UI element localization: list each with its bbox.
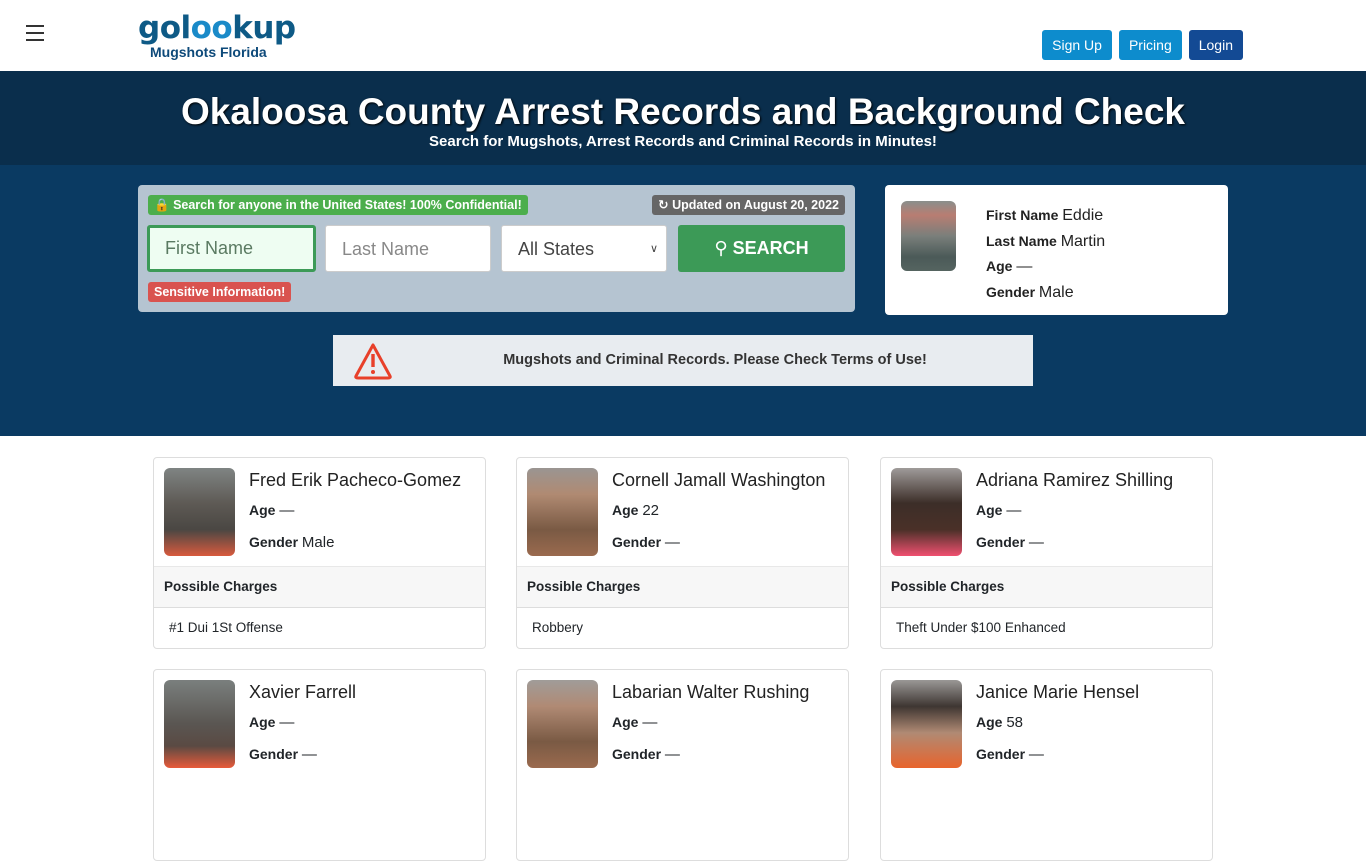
- mugshot-photo: [891, 680, 962, 768]
- charge-value: Robbery: [532, 620, 584, 635]
- record-card[interactable]: Janice Marie Hensel Age 58 Gender —: [880, 669, 1213, 861]
- mugshot-photo: [891, 468, 962, 556]
- mugshot-photo: [527, 680, 598, 768]
- search-button[interactable]: ⚲ SEARCH: [678, 225, 845, 272]
- record-card[interactable]: Fred Erik Pacheco-Gomez Age — Gender Mal…: [153, 457, 486, 649]
- hamburger-icon[interactable]: [26, 25, 44, 41]
- charge-value: #1 Dui 1St Offense: [169, 620, 283, 635]
- last-name-input[interactable]: Last Name: [325, 225, 491, 272]
- record-gender: Gender —: [612, 746, 680, 763]
- pricing-button[interactable]: Pricing: [1118, 30, 1182, 60]
- notice-text: Mugshots and Criminal Records. Please Ch…: [503, 352, 927, 368]
- page-subtitle: Search for Mugshots, Arrest Records and …: [429, 133, 937, 150]
- mugshot-photo: [164, 680, 235, 768]
- refresh-icon: ↻: [658, 198, 669, 212]
- mugshot-photo: [527, 468, 598, 556]
- logo-brand: golookup: [138, 10, 296, 46]
- record-card[interactable]: Xavier Farrell Age — Gender —: [153, 669, 486, 861]
- record-age: Age 22: [612, 502, 660, 519]
- charge-value: Theft Under $100 Enhanced: [896, 620, 1066, 635]
- charges-header: Possible Charges: [154, 566, 485, 608]
- record-name: Xavier Farrell: [249, 682, 357, 702]
- lock-icon: 🔒: [154, 198, 170, 212]
- record-name: Janice Marie Hensel: [976, 682, 1140, 702]
- search-form: 🔒 Search for anyone in the United States…: [138, 185, 855, 312]
- search-section: 🔒 Search for anyone in the United States…: [0, 165, 1366, 436]
- record-card[interactable]: Labarian Walter Rushing Age — Gender —: [516, 669, 849, 861]
- confidential-badge: 🔒 Search for anyone in the United States…: [148, 195, 528, 215]
- record-name: Fred Erik Pacheco-Gomez: [249, 470, 462, 490]
- first-name-input[interactable]: First Name: [147, 225, 316, 272]
- updated-badge: ↻ Updated on August 20, 2022: [652, 195, 845, 215]
- state-select[interactable]: All States ∨: [501, 225, 667, 272]
- record-name: Adriana Ramirez Shilling: [976, 470, 1174, 490]
- record-gender: Gender —: [249, 746, 317, 763]
- gender-row: Gender Male: [986, 283, 1074, 301]
- record-card[interactable]: Adriana Ramirez Shilling Age — Gender — …: [880, 457, 1213, 649]
- age-row: Age —: [986, 258, 1033, 275]
- featured-profile-card[interactable]: First Name Eddie Last Name Martin Age — …: [885, 185, 1228, 315]
- charges-header: Possible Charges: [517, 566, 848, 608]
- charges-header: Possible Charges: [881, 566, 1212, 608]
- hero-banner: Okaloosa County Arrest Records and Backg…: [0, 71, 1366, 165]
- record-gender: Gender Male: [249, 534, 335, 551]
- page-title: Okaloosa County Arrest Records and Backg…: [180, 91, 1186, 132]
- logo-subtitle: Mugshots Florida: [150, 44, 267, 60]
- terms-notice: Mugshots and Criminal Records. Please Ch…: [333, 335, 1033, 386]
- top-navbar: golookup Mugshots Florida Sign Up Pricin…: [0, 0, 1366, 71]
- record-name: Labarian Walter Rushing: [612, 682, 810, 702]
- record-gender: Gender —: [976, 534, 1044, 551]
- search-icon: ⚲: [714, 238, 728, 258]
- logo[interactable]: golookup Mugshots Florida: [138, 12, 296, 60]
- record-gender: Gender —: [976, 746, 1044, 763]
- first-name-row: First Name Eddie: [986, 207, 1104, 224]
- last-name-row: Last Name Martin: [986, 232, 1106, 250]
- profile-photo: [901, 201, 956, 271]
- record-age: Age —: [249, 714, 295, 731]
- record-card[interactable]: Cornell Jamall Washington Age 22 Gender …: [516, 457, 849, 649]
- record-gender: Gender —: [612, 534, 680, 551]
- record-age: Age —: [612, 714, 658, 731]
- chevron-down-icon: ∨: [649, 243, 658, 255]
- record-age: Age —: [249, 502, 295, 519]
- record-name: Cornell Jamall Washington: [612, 470, 826, 490]
- record-age: Age 58: [976, 714, 1024, 731]
- mugshot-photo: [164, 468, 235, 556]
- record-age: Age —: [976, 502, 1022, 519]
- sensitive-badge: Sensitive Information!: [148, 282, 292, 302]
- login-button[interactable]: Login: [1188, 30, 1243, 60]
- sign-up-button[interactable]: Sign Up: [1042, 30, 1112, 60]
